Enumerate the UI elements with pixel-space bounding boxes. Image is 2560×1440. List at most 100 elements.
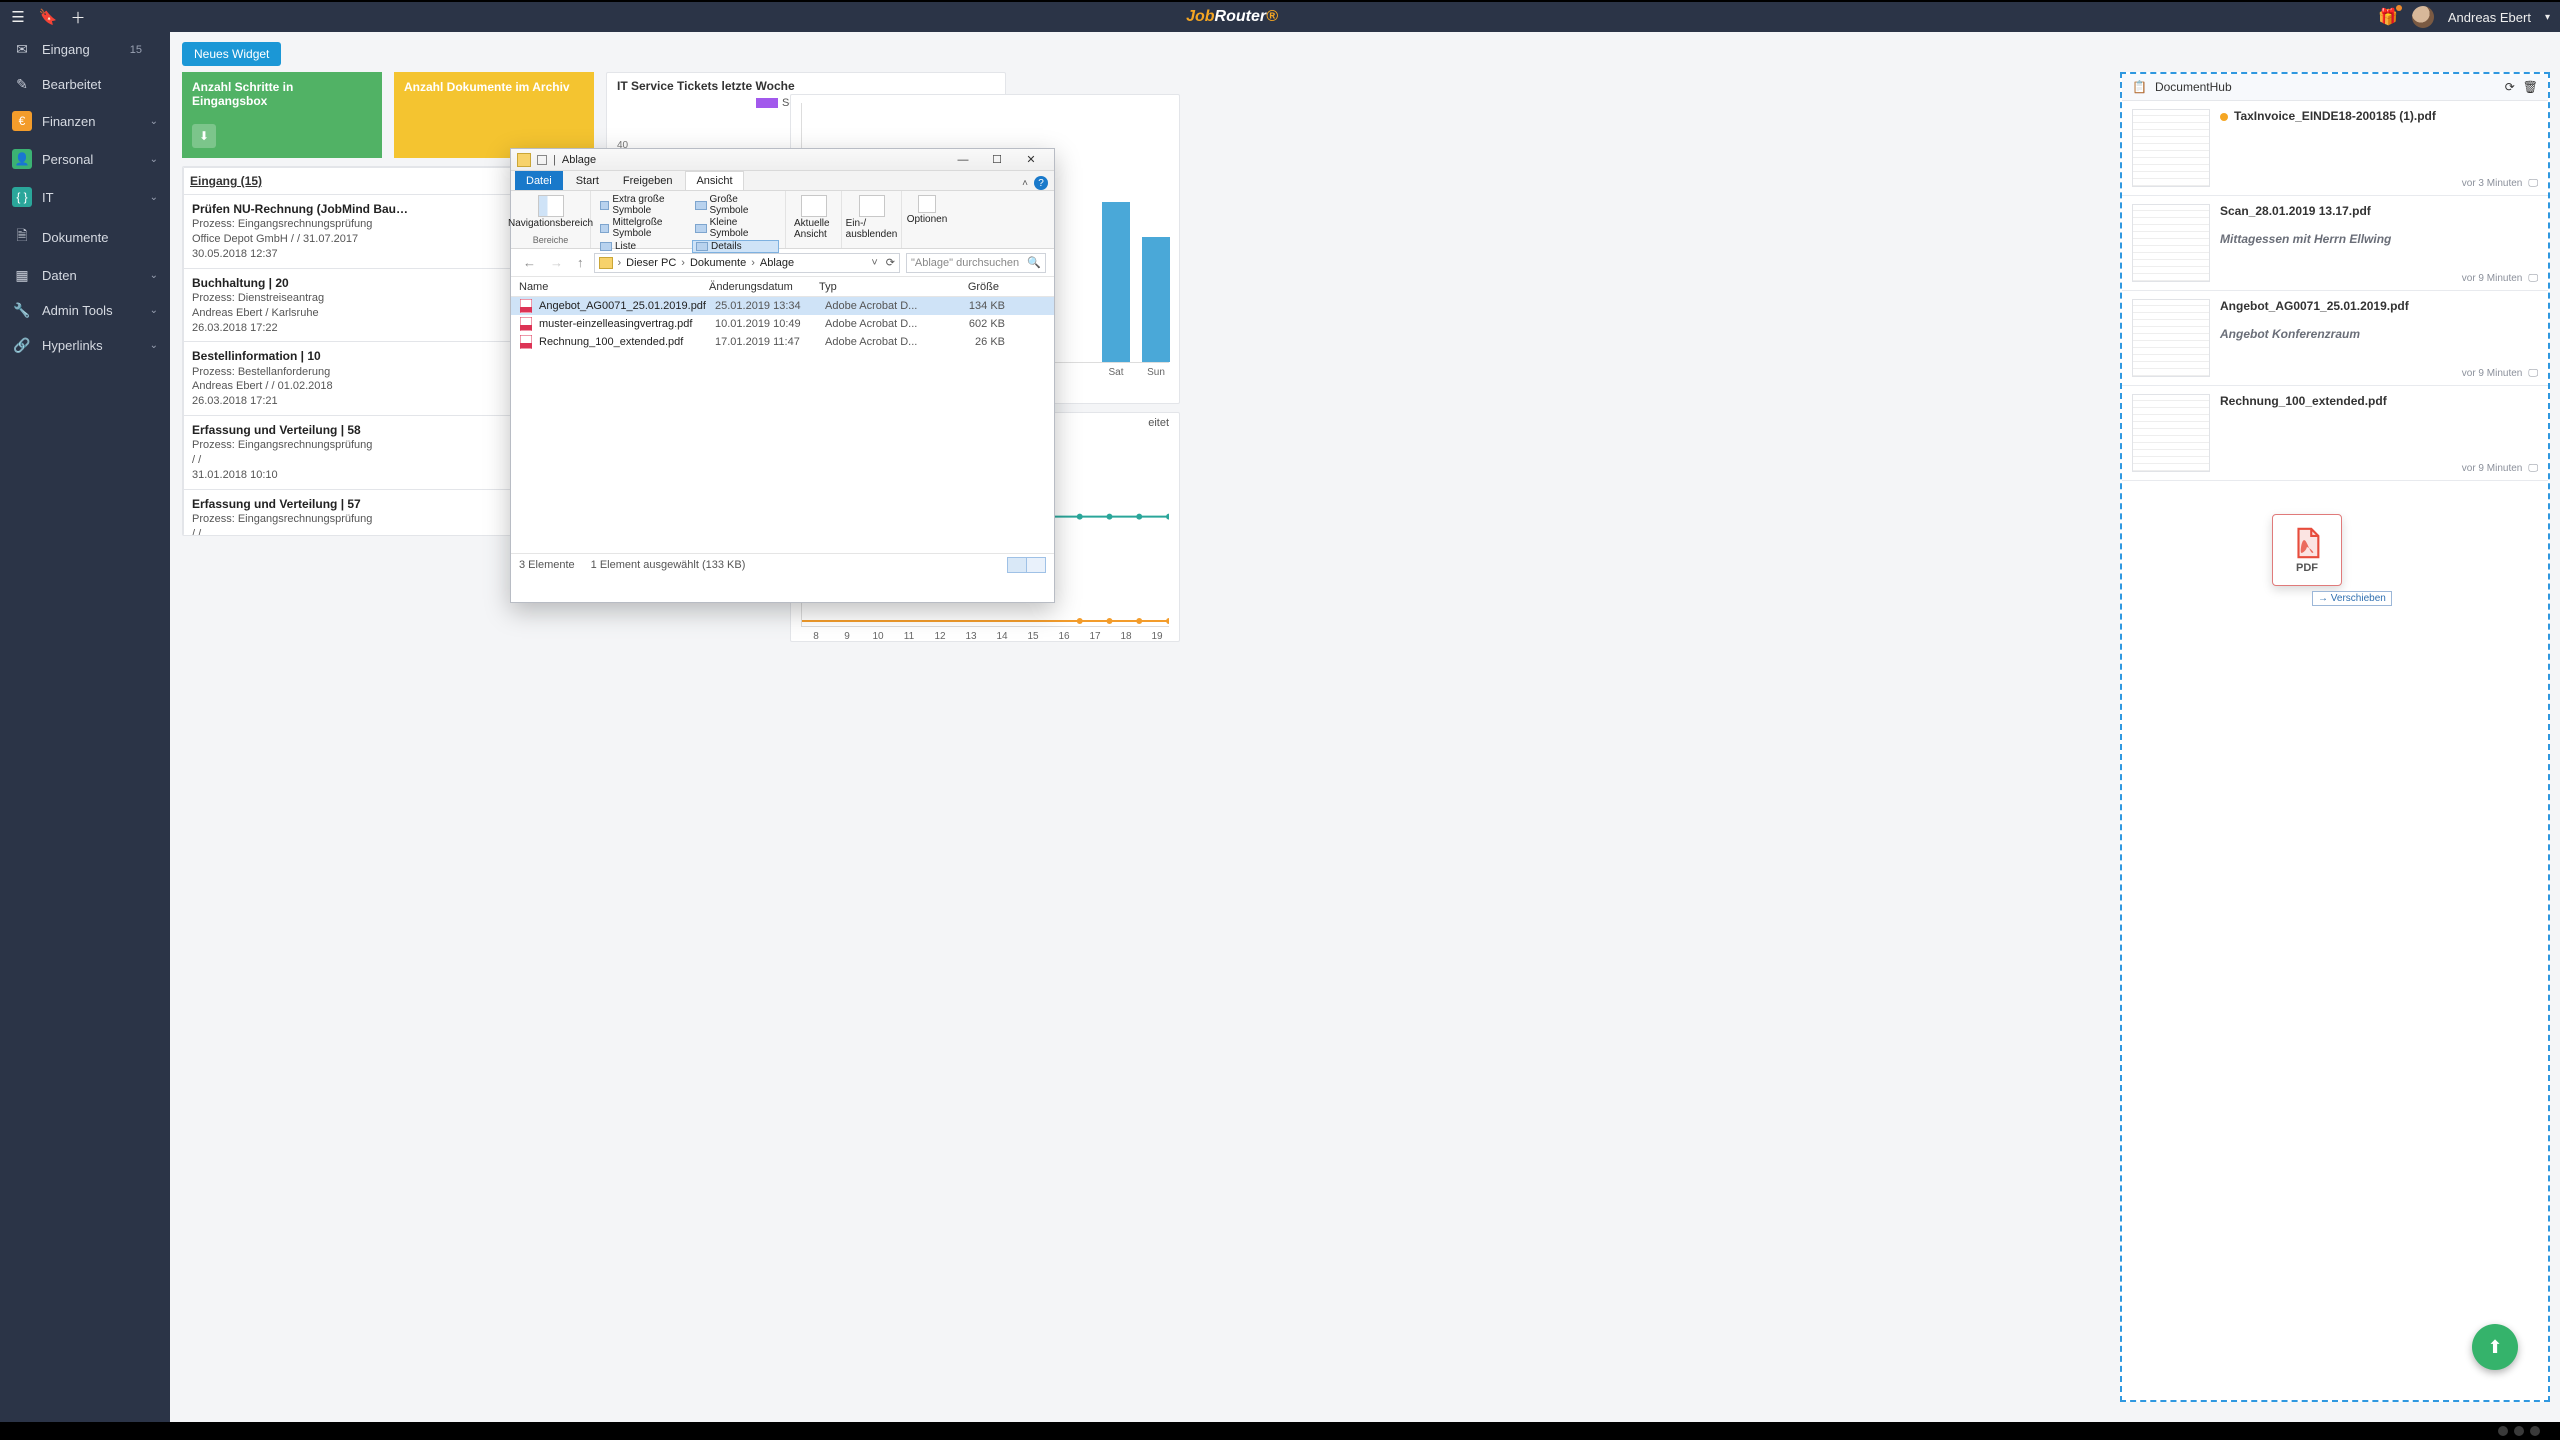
topbar: ☰ 🔖 ＋ JobRouter® 🎁 Andreas Ebert ▾	[0, 2, 2560, 32]
thumbnail	[2132, 299, 2210, 377]
window-title: Ablage	[562, 154, 596, 166]
chevron-down-icon[interactable]: ˅	[871, 257, 877, 269]
widget-title: IT Service Tickets letzte Woche	[617, 79, 995, 93]
sidebar-item-daten[interactable]: ▦ Daten ⌄	[0, 258, 170, 293]
tab-file[interactable]: Datei	[515, 171, 563, 190]
view-thumbs-toggle[interactable]	[1026, 557, 1046, 573]
sidebar-item-eingang[interactable]: ✉ Eingang 15	[0, 32, 170, 67]
view-details-toggle[interactable]	[1007, 557, 1027, 573]
help-icon[interactable]: ?	[1034, 176, 1048, 190]
add-icon[interactable]: ＋	[70, 9, 86, 25]
view-medium[interactable]: Mittelgroße Symbole	[597, 217, 684, 239]
pdf-icon	[519, 299, 533, 313]
monitor-icon: 🖵	[2528, 178, 2538, 189]
dochub-item[interactable]: TaxInvoice_EINDE18-200185 (1).pdf vor 3 …	[2122, 101, 2548, 196]
file-row[interactable]: Angebot_AG0071_25.01.2019.pdf25.01.2019 …	[511, 297, 1054, 315]
up-button[interactable]: ↑	[573, 253, 588, 272]
maximize-button[interactable]: ☐	[980, 150, 1014, 170]
thumbnail	[2132, 394, 2210, 472]
dochub-item[interactable]: Scan_28.01.2019 13.17.pdf Mittagessen mi…	[2122, 196, 2548, 291]
chart-xlabel: 9	[833, 631, 861, 642]
status-count: 3 Elemente	[519, 559, 575, 571]
chevron-down-icon[interactable]: ▾	[2545, 12, 2550, 23]
stat-widget-archive[interactable]: Anzahl Dokumente im Archiv	[394, 72, 594, 158]
sidebar-item-bearbeitet[interactable]: ✎ Bearbeitet	[0, 67, 170, 102]
options-button[interactable]: Optionen	[905, 194, 950, 226]
trash-icon[interactable]: 🗑	[2523, 80, 2538, 94]
search-input[interactable]: "Ablage" durchsuchen 🔍	[906, 253, 1046, 273]
refresh-icon[interactable]: ⟳	[880, 256, 895, 269]
dragging-pdf[interactable]: PDF	[2272, 514, 2342, 586]
main: Neues Widget Anzahl Schritte in Eingangs…	[170, 32, 2560, 1422]
chart-xlabel: 10	[864, 631, 892, 642]
sidebar-item-label: Finanzen	[42, 114, 95, 129]
sidebar-item-label: Daten	[42, 268, 77, 283]
sidebar-item-label: IT	[42, 190, 54, 205]
dochub-item[interactable]: Rechnung_100_extended.pdf vor 9 Minuten🖵	[2122, 386, 2548, 481]
stat-widget-steps[interactable]: Anzahl Schritte in Eingangsbox ⬇	[182, 72, 382, 158]
chart-xlabel: 14	[988, 631, 1016, 642]
back-button[interactable]: ←	[519, 253, 540, 272]
column-headers[interactable]: Name Änderungsdatum Typ Größe	[511, 277, 1054, 297]
panel-title: DocumentHub	[2155, 80, 2232, 94]
clipboard-icon: 📋	[2132, 80, 2147, 94]
thumbnail	[2132, 204, 2210, 282]
tab-share[interactable]: Freigeben	[612, 171, 684, 190]
tab-start[interactable]: Start	[565, 171, 610, 190]
thumbnail	[2132, 109, 2210, 187]
chevron-down-icon: ⌄	[150, 154, 158, 165]
avatar[interactable]	[2412, 6, 2434, 28]
file-explorer-window[interactable]: | Ablage — ☐ ✕ Datei Start Freigeben Ans…	[510, 148, 1055, 603]
chart-bar	[1142, 237, 1170, 362]
stat-title: Anzahl Schritte in Eingangsbox	[192, 80, 372, 108]
file-row[interactable]: Rechnung_100_extended.pdf17.01.2019 11:4…	[511, 333, 1054, 351]
file-row[interactable]: muster-einzelleasingvertrag.pdf10.01.201…	[511, 315, 1054, 333]
refresh-icon[interactable]: ⟳	[2505, 80, 2515, 94]
minimize-button[interactable]: —	[946, 150, 980, 170]
window-titlebar[interactable]: | Ablage — ☐ ✕	[511, 149, 1054, 171]
new-widget-button[interactable]: Neues Widget	[182, 42, 281, 66]
show-hide-button[interactable]: Ein-/ ausblenden	[844, 194, 900, 241]
upload-fab[interactable]: ⬆	[2472, 1324, 2518, 1370]
chevron-down-icon: ⌄	[150, 270, 158, 281]
sidebar-item-dokumente[interactable]: 🗎 Dokumente	[0, 216, 170, 258]
gift-icon[interactable]: 🎁	[2378, 7, 2398, 27]
view-extralarge[interactable]: Extra große Symbole	[597, 194, 684, 216]
view-small[interactable]: Kleine Symbole	[692, 217, 779, 239]
chart-xlabel: 16	[1050, 631, 1078, 642]
nav-pane-button[interactable]: Navigationsbereich	[506, 194, 595, 230]
chart-xlabel: 13	[957, 631, 985, 642]
search-icon: 🔍	[1027, 256, 1041, 269]
view-large[interactable]: Große Symbole	[692, 194, 779, 216]
download-icon: ⬇	[192, 124, 216, 148]
breadcrumb[interactable]: ›Dieser PC ›Dokumente ›Ablage ˅ ⟳	[594, 253, 901, 273]
bookmark-icon[interactable]: 🔖	[40, 9, 56, 25]
hamburger-icon[interactable]: ☰	[10, 9, 26, 25]
close-button[interactable]: ✕	[1014, 150, 1048, 170]
person-icon: 👤	[12, 149, 32, 169]
sidebar-item-personal[interactable]: 👤 Personal ⌄	[0, 140, 170, 178]
sidebar-item-admin[interactable]: 🔧 Admin Tools ⌄	[0, 293, 170, 328]
current-view-button[interactable]: Aktuelle Ansicht	[792, 194, 835, 241]
chart-xlabel: Sat	[1102, 367, 1130, 378]
chart-xlabel: 8	[802, 631, 830, 642]
tab-view[interactable]: Ansicht	[685, 171, 743, 190]
qat-icon[interactable]	[537, 155, 547, 165]
sidebar-item-it[interactable]: { } IT ⌄	[0, 178, 170, 216]
file-list: Angebot_AG0071_25.01.2019.pdf25.01.2019 …	[511, 297, 1054, 553]
sidebar-item-finanzen[interactable]: € Finanzen ⌄	[0, 102, 170, 140]
sidebar-item-label: Hyperlinks	[42, 338, 103, 353]
pdf-icon	[519, 335, 533, 349]
pdf-label: PDF	[2296, 562, 2318, 574]
view-list[interactable]: Liste	[597, 240, 684, 253]
sidebar-item-hyperlinks[interactable]: 🔗 Hyperlinks ⌄	[0, 328, 170, 363]
view-details[interactable]: Details	[692, 240, 779, 253]
sidebar-item-label: Bearbeitet	[42, 77, 101, 92]
brand-logo: JobRouter®	[86, 8, 2378, 26]
sidebar-item-label: Eingang	[42, 42, 90, 57]
chevron-up-icon[interactable]: ˄	[1022, 178, 1028, 189]
forward-button[interactable]: →	[546, 253, 567, 272]
grid-icon: ▦	[12, 267, 32, 284]
dochub-item[interactable]: Angebot_AG0071_25.01.2019.pdf Angebot Ko…	[2122, 291, 2548, 386]
documenthub-panel[interactable]: 📋 DocumentHub ⟳ 🗑 TaxInvoice_EINDE18-200…	[2120, 72, 2550, 1402]
